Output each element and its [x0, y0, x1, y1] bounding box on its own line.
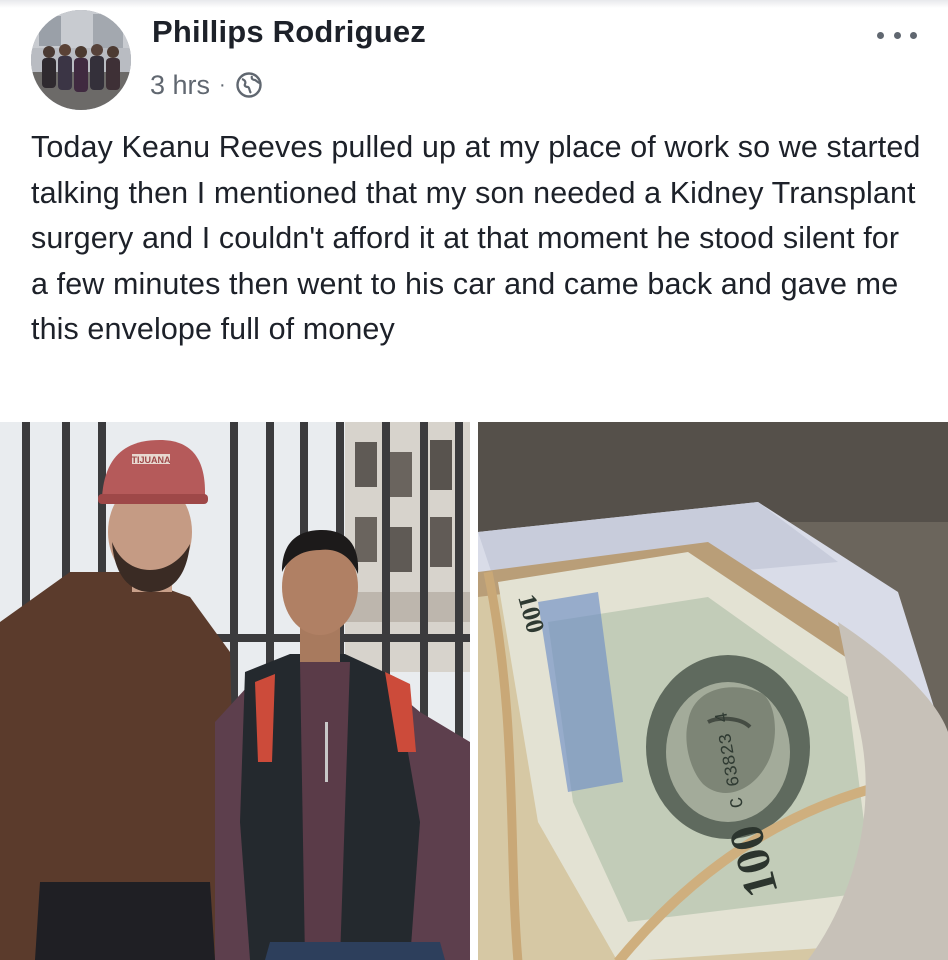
globe-icon — [234, 70, 264, 100]
top-divider — [0, 0, 948, 8]
meta-separator: · — [219, 73, 226, 96]
more-options-icon[interactable] — [877, 22, 917, 48]
profile-avatar[interactable] — [31, 10, 131, 110]
author-name[interactable]: Phillips Rodriguez — [152, 14, 426, 50]
post-photo-left[interactable]: TIJUANA — [0, 422, 470, 960]
post-card: Phillips Rodriguez 3 hrs · Today Keanu R… — [0, 0, 948, 960]
avatar-photo — [31, 10, 131, 110]
cap-logo-text: TIJUANA — [131, 455, 171, 465]
post-text: Today Keanu Reeves pulled up at my place… — [31, 130, 921, 347]
post-timestamp[interactable]: 3 hrs — [150, 70, 210, 101]
post-meta: 3 hrs · — [150, 68, 264, 102]
post-photo-right[interactable]: 100 100 C 63823 4 — [478, 422, 948, 960]
